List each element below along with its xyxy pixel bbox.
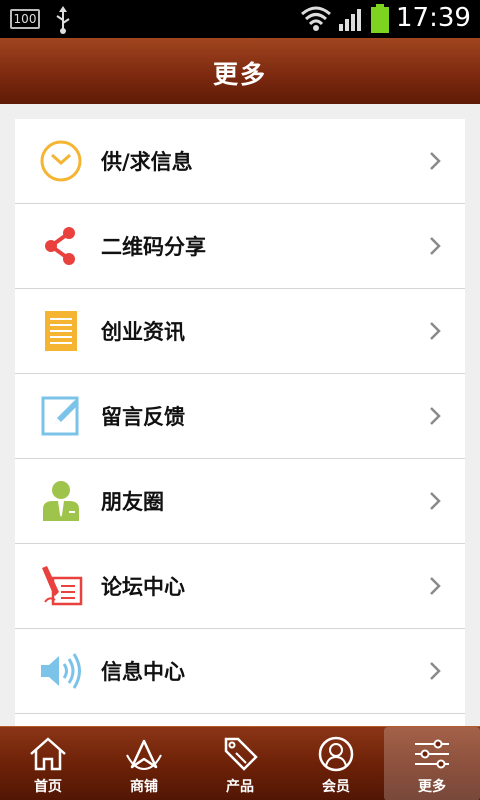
chevron-right-icon	[430, 237, 441, 255]
tab-label: 商铺	[130, 779, 158, 795]
chevron-right-icon	[430, 577, 441, 595]
menu-item-supply-demand[interactable]: 供/求信息	[15, 119, 465, 204]
document-icon	[45, 311, 77, 351]
menu-item-label: 留言反馈	[101, 405, 185, 429]
menu-item-label: 创业资讯	[101, 320, 185, 344]
battery-icon	[371, 4, 389, 33]
menu-item-info-center[interactable]: 信息中心	[15, 629, 465, 714]
person-icon	[43, 481, 79, 521]
menu-item-friends-circle[interactable]: 朋友圈	[15, 459, 465, 544]
wifi-icon	[301, 6, 331, 31]
menu-item-business-news[interactable]: 创业资讯	[15, 289, 465, 374]
menu-item-feedback[interactable]: 留言反馈	[15, 374, 465, 459]
page-title: 更多	[212, 60, 267, 89]
tab-label: 产品	[226, 779, 254, 795]
tab-products[interactable]: 产品	[192, 727, 288, 800]
menu-item-label: 论坛中心	[101, 575, 185, 599]
pen-paper-icon	[42, 566, 83, 606]
menu-list: 供/求信息 二维码分享 创业资讯 留言反馈 朋友圈 论坛中心 信息中心	[15, 119, 465, 726]
speaker-icon	[41, 653, 81, 689]
menu-item-label: 二维码分享	[101, 235, 206, 259]
menu-item-qrcode-share[interactable]: 二维码分享	[15, 204, 465, 289]
member-icon	[318, 736, 354, 772]
signal-icon	[339, 9, 361, 31]
chevron-right-icon	[430, 492, 441, 510]
menu-item-label: 朋友圈	[101, 490, 164, 514]
usb-icon	[56, 6, 70, 34]
bottom-tab-bar: 首页 商铺 产品 会员 更多	[0, 726, 480, 800]
chevron-right-icon	[430, 322, 441, 340]
clock-icon	[40, 140, 82, 182]
tab-shop[interactable]: 商铺	[96, 727, 192, 800]
sale-tag-icon	[224, 737, 258, 771]
edit-icon	[41, 396, 79, 436]
clock: 17:39	[396, 3, 471, 33]
menu-item-forum-center[interactable]: 论坛中心	[15, 544, 465, 629]
share-icon	[45, 227, 75, 265]
tab-home[interactable]: 首页	[0, 727, 96, 800]
tab-label: 更多	[418, 779, 446, 795]
tab-more[interactable]: 更多	[384, 727, 480, 800]
shop-icon	[126, 739, 162, 771]
menu-item-label: 供/求信息	[101, 150, 193, 174]
header-bar: 更多	[0, 38, 480, 104]
chevron-right-icon	[430, 662, 441, 680]
battery-level-indicator: 100	[10, 9, 40, 29]
home-icon	[30, 737, 66, 771]
chevron-right-icon	[430, 152, 441, 170]
tab-label: 会员	[322, 779, 350, 795]
chevron-right-icon	[430, 407, 441, 425]
tab-label: 首页	[34, 779, 62, 795]
tab-members[interactable]: 会员	[288, 727, 384, 800]
menu-item-label: 信息中心	[101, 660, 185, 684]
status-bar: 100 17:39	[0, 0, 480, 38]
settings-sliders-icon	[415, 739, 449, 769]
